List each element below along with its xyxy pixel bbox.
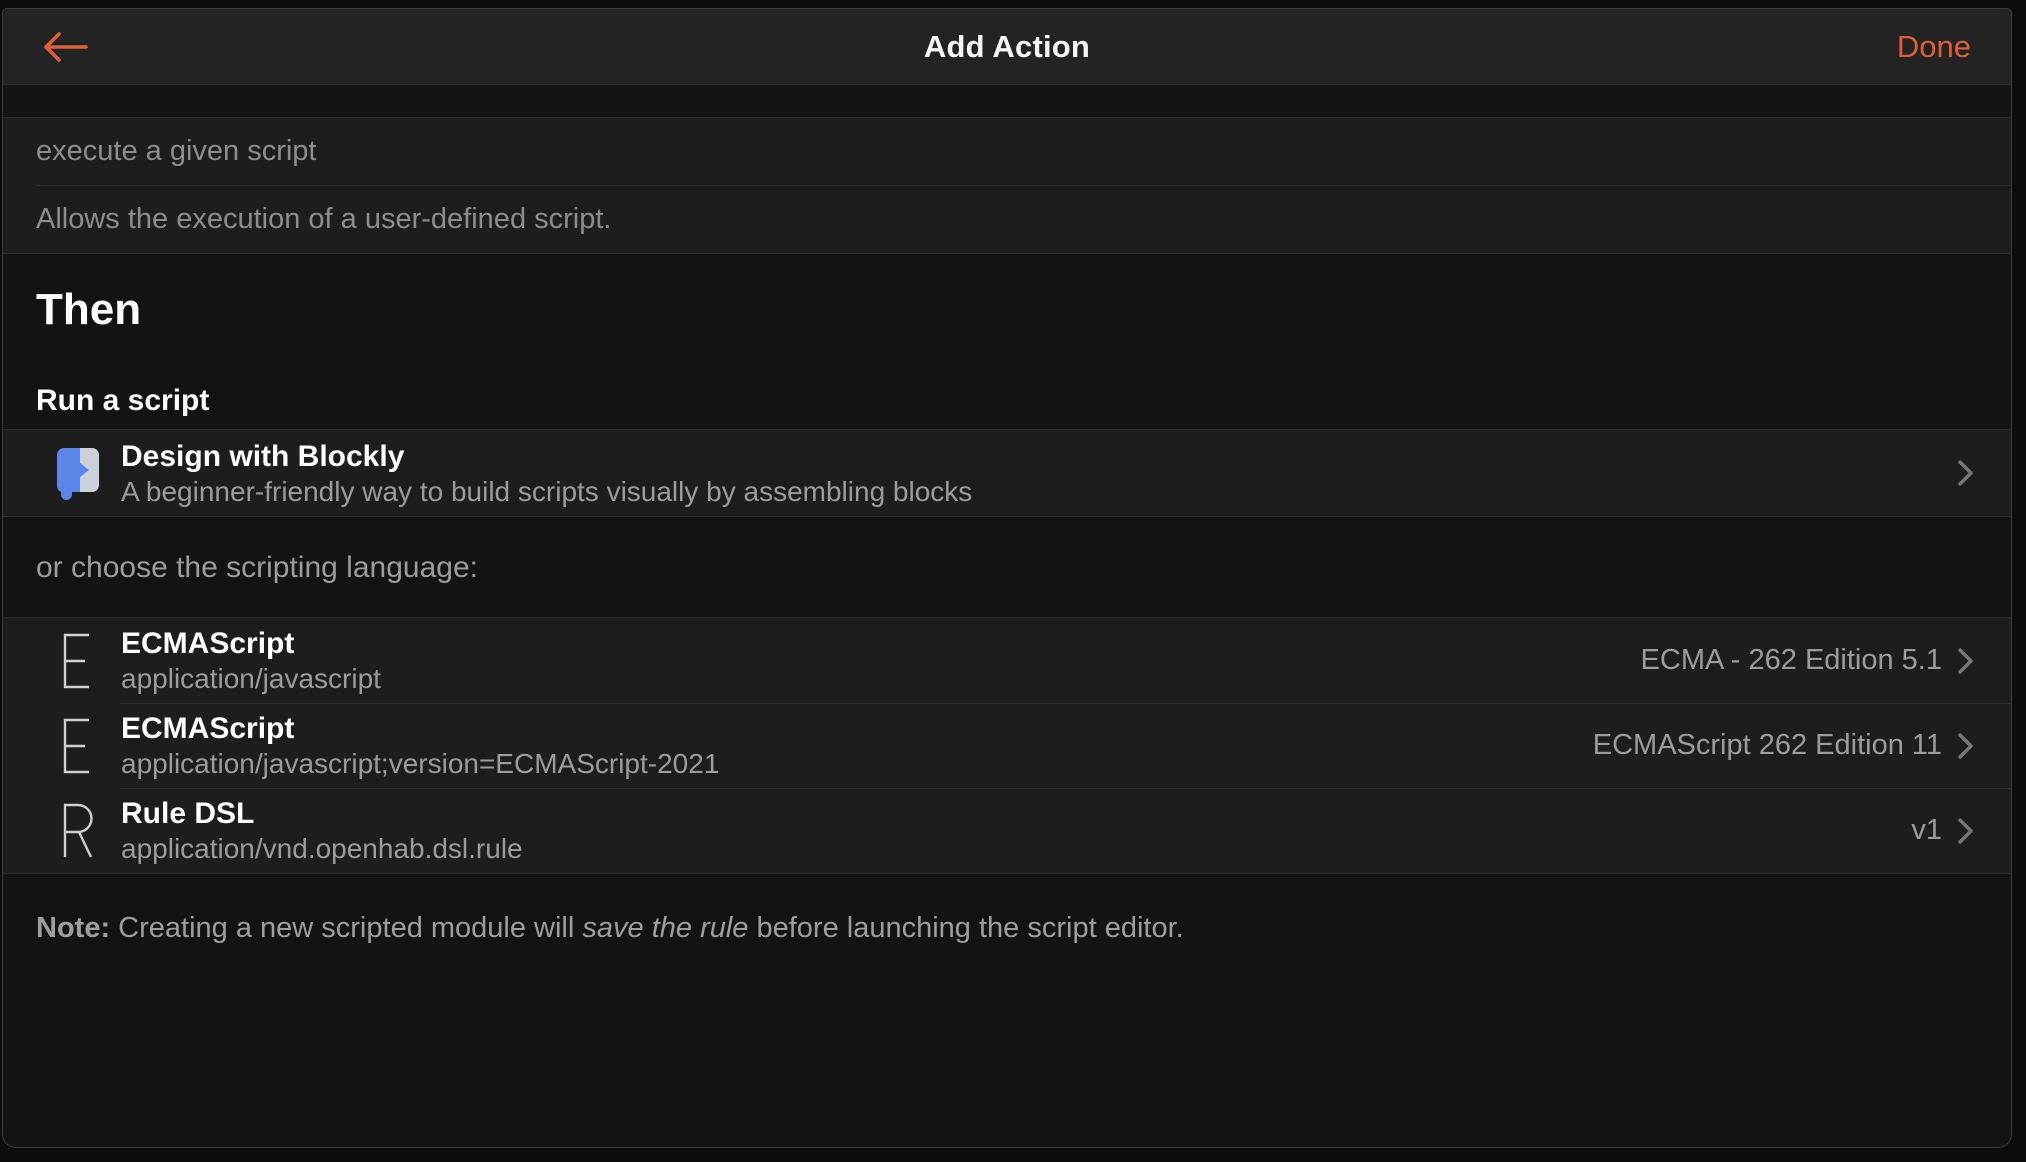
- letter-e-icon: [55, 717, 101, 775]
- language-title: Rule DSL: [121, 797, 255, 830]
- choose-language-label: or choose the scripting language:: [36, 551, 478, 584]
- language-text: ECMAScript application/javascript;versio…: [121, 710, 1593, 781]
- back-arrow-icon: [44, 31, 88, 62]
- language-mime: application/javascript;version=ECMAScrip…: [121, 748, 720, 779]
- language-text: ECMAScript application/javascript: [121, 625, 1641, 696]
- language-mime: application/javascript: [121, 663, 381, 694]
- blockly-list: Design with Blockly A beginner-friendly …: [3, 429, 2011, 517]
- chevron-right-icon: [1957, 730, 1975, 762]
- done-button[interactable]: Done: [1897, 29, 1971, 65]
- note-italic-text: save the rule: [582, 912, 749, 944]
- language-version: ECMAScript 262 Edition 11: [1593, 729, 1975, 762]
- language-text: Rule DSL application/vnd.openhab.dsl.rul…: [121, 795, 1911, 866]
- chevron-right-icon: [1957, 815, 1975, 847]
- language-item-ecmascript-51[interactable]: ECMAScript application/javascript ECMA -…: [3, 618, 2011, 703]
- language-list: ECMAScript application/javascript ECMA -…: [3, 617, 2011, 874]
- version-label: ECMA - 262 Edition 5.1: [1640, 644, 1942, 676]
- blockly-text: Design with Blockly A beginner-friendly …: [121, 438, 1957, 509]
- chevron-right-icon: [1957, 645, 1975, 677]
- search-input[interactable]: execute a given script: [3, 118, 2011, 185]
- language-item-rule-dsl[interactable]: Rule DSL application/vnd.openhab.dsl.rul…: [3, 788, 2011, 873]
- add-action-dialog: Add Action Done execute a given script A…: [2, 8, 2012, 1148]
- page-title: Add Action: [923, 28, 1091, 64]
- letter-r-icon: [55, 802, 101, 860]
- version-label: v1: [1911, 814, 1942, 846]
- note-text-1: Creating a new scripted module will: [110, 912, 583, 944]
- language-version: v1: [1911, 814, 1975, 847]
- block-title: Run a script: [36, 384, 210, 417]
- note: Note: Creating a new scripted module wil…: [3, 874, 2011, 947]
- then-section: Then Run a script: [3, 254, 2011, 429]
- version-label: ECMAScript 262 Edition 11: [1592, 729, 1942, 761]
- blockly-subtitle: A beginner-friendly way to build scripts…: [121, 475, 973, 507]
- letter-e-icon: [55, 632, 101, 690]
- blockly-after: [1957, 457, 1975, 489]
- language-item-ecmascript-2021[interactable]: ECMAScript application/javascript;versio…: [3, 703, 2011, 788]
- language-version: ECMA - 262 Edition 5.1: [1641, 644, 1975, 677]
- blockly-icon: [55, 446, 101, 500]
- navbar: Add Action Done: [3, 9, 2011, 85]
- language-title: ECMAScript: [121, 712, 295, 745]
- language-title: ECMAScript: [121, 627, 295, 660]
- note-text-2: before launching the script editor.: [748, 912, 1184, 944]
- language-mime: application/vnd.openhab.dsl.rule: [121, 833, 523, 864]
- blockly-title: Design with Blockly: [121, 439, 405, 473]
- back-button[interactable]: [41, 29, 89, 65]
- chevron-right-icon: [1957, 457, 1975, 489]
- action-description: Allows the execution of a user-defined s…: [3, 185, 2011, 253]
- blockly-item[interactable]: Design with Blockly A beginner-friendly …: [3, 430, 2011, 516]
- search-result-list: execute a given script Allows the execut…: [3, 117, 2011, 254]
- note-label: Note:: [36, 912, 111, 944]
- section-title: Then: [36, 285, 142, 334]
